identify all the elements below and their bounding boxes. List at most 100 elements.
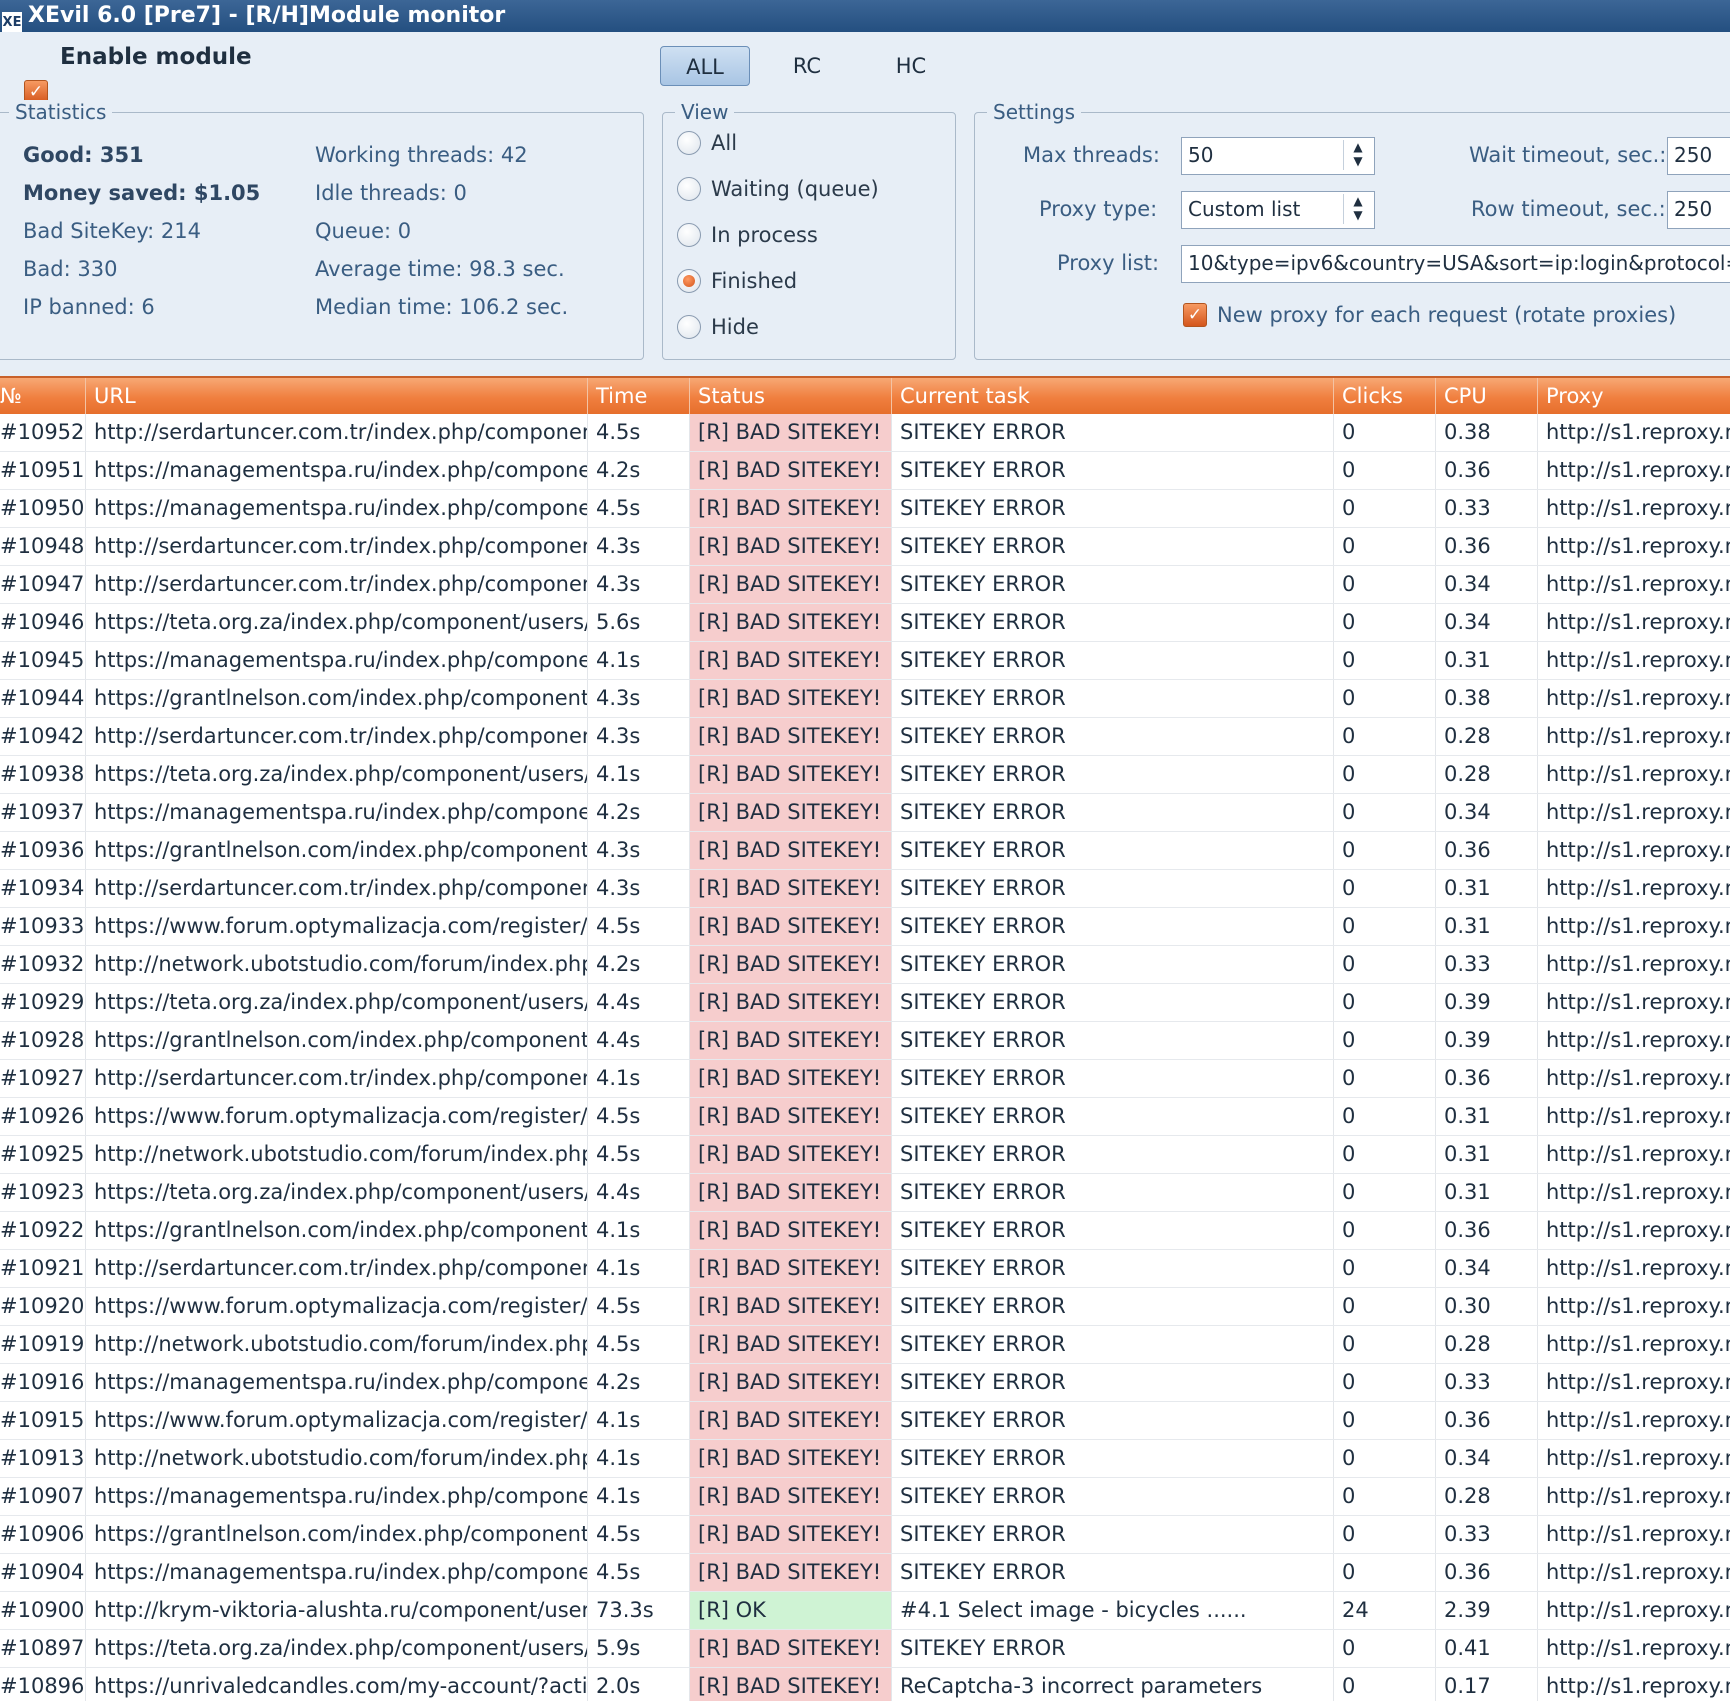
table-row[interactable]: #10933 https://www.forum.optymalizacja.co… [0, 908, 1730, 946]
row-cpu: 0.31 [1436, 870, 1538, 907]
table-row[interactable]: #10944 https://grantlnelson.com/index.php… [0, 680, 1730, 718]
rotate-proxies-label: New proxy for each request (rotate proxi… [1217, 303, 1677, 327]
row-cpu: 0.34 [1436, 604, 1538, 641]
row-time: 4.5s [588, 1136, 690, 1173]
table-row[interactable]: #10925 http://network.ubotstudio.com/foru… [0, 1136, 1730, 1174]
column-header-proxy[interactable]: Proxy [1538, 378, 1730, 414]
row-time: 4.1s [588, 1402, 690, 1439]
module-control-panel: ✓ Enable module ALL RC HC Statistics Goo… [0, 32, 1730, 374]
tab-hc[interactable]: HC [866, 46, 956, 86]
row-cpu: 0.34 [1436, 566, 1538, 603]
proxy-type-select[interactable]: Custom list ▲ ▼ [1181, 191, 1375, 229]
row-number: #10916 [0, 1364, 86, 1401]
table-row[interactable]: #10952 http://serdartuncer.com.tr/index.p… [0, 414, 1730, 452]
table-row[interactable]: #10945 https://managementspa.ru/index.php… [0, 642, 1730, 680]
table-row[interactable]: #10938 https://teta.org.za/index.php/comp… [0, 756, 1730, 794]
proxy-type-spinner-icon[interactable]: ▲ ▼ [1343, 194, 1372, 224]
table-row[interactable]: #10951 https://managementspa.ru/index.php… [0, 452, 1730, 490]
table-row[interactable]: #10920 https://www.forum.optymalizacja.co… [0, 1288, 1730, 1326]
column-header-status[interactable]: Status [690, 378, 892, 414]
table-row[interactable]: #10907 https://managementspa.ru/index.php… [0, 1478, 1730, 1516]
row-status: [R] BAD SITEKEY! [690, 718, 892, 755]
table-row[interactable]: #10896 https://unrivaledcandles.com/my-ac… [0, 1668, 1730, 1701]
column-header-cpu[interactable]: CPU [1436, 378, 1538, 414]
table-row[interactable]: #10934 http://serdartuncer.com.tr/index.p… [0, 870, 1730, 908]
row-clicks: 0 [1334, 680, 1436, 717]
row-clicks: 0 [1334, 1098, 1436, 1135]
proxy-list-input[interactable]: 10&type=ipv6&country=USA&sort=ip:login&p… [1181, 245, 1730, 283]
table-row[interactable]: #10948 http://serdartuncer.com.tr/index.p… [0, 528, 1730, 566]
row-cpu: 0.33 [1436, 490, 1538, 527]
row-current-task: SITEKEY ERROR [892, 908, 1334, 945]
table-row[interactable]: #10904 https://managementspa.ru/index.php… [0, 1554, 1730, 1592]
table-row[interactable]: #10927 http://serdartuncer.com.tr/index.p… [0, 1060, 1730, 1098]
view-hide-radio[interactable] [677, 315, 701, 339]
table-row[interactable]: #10950 https://managementspa.ru/index.php… [0, 490, 1730, 528]
row-proxy: http://s1.reproxy.n [1546, 762, 1730, 786]
row-current-task: SITEKEY ERROR [892, 1212, 1334, 1249]
table-row[interactable]: #10921 http://serdartuncer.com.tr/index.p… [0, 1250, 1730, 1288]
row-cpu: 0.33 [1436, 1364, 1538, 1401]
row-number: #10926 [0, 1098, 86, 1135]
view-finished-radio[interactable] [677, 269, 701, 293]
row-status: [R] BAD SITEKEY! [690, 794, 892, 831]
row-time: 4.1s [588, 642, 690, 679]
column-header-url[interactable]: URL [86, 378, 588, 414]
row-time: 4.5s [588, 1326, 690, 1363]
row-cpu: 0.36 [1436, 1554, 1538, 1591]
view-in-process-radio[interactable] [677, 223, 701, 247]
table-row[interactable]: #10919 http://network.ubotstudio.com/foru… [0, 1326, 1730, 1364]
max-threads-input[interactable]: 50 ▲ ▼ [1181, 137, 1375, 175]
table-row[interactable]: #10936 https://grantlnelson.com/index.php… [0, 832, 1730, 870]
table-row[interactable]: #10897 https://teta.org.za/index.php/comp… [0, 1630, 1730, 1668]
row-clicks: 0 [1334, 718, 1436, 755]
table-row[interactable]: #10928 https://grantlnelson.com/index.php… [0, 1022, 1730, 1060]
rotate-proxies-checkbox[interactable]: ✓ [1183, 303, 1207, 327]
table-row[interactable]: #10915 https://www.forum.optymalizacja.co… [0, 1402, 1730, 1440]
table-row[interactable]: #10906 https://grantlnelson.com/index.php… [0, 1516, 1730, 1554]
view-waiting-radio[interactable] [677, 177, 701, 201]
row-proxy: http://s1.reproxy.n [1546, 1674, 1730, 1698]
table-row[interactable]: #10947 http://serdartuncer.com.tr/index.p… [0, 566, 1730, 604]
table-row[interactable]: #10900 http://krym-viktoria-alushta.ru/co… [0, 1592, 1730, 1630]
row-number: #10913 [0, 1440, 86, 1477]
table-row[interactable]: #10916 https://managementspa.ru/index.php… [0, 1364, 1730, 1402]
max-threads-spinner-icon[interactable]: ▲ ▼ [1343, 140, 1372, 170]
row-proxy: http://s1.reproxy.n [1546, 1104, 1730, 1128]
table-row[interactable]: #10942 http://serdartuncer.com.tr/index.p… [0, 718, 1730, 756]
column-header-time[interactable]: Time [588, 378, 690, 414]
table-row[interactable]: #10946 https://teta.org.za/index.php/comp… [0, 604, 1730, 642]
column-header-num[interactable]: № [0, 378, 86, 414]
table-row[interactable]: #10929 https://teta.org.za/index.php/comp… [0, 984, 1730, 1022]
working-threads: Working threads: 42 [315, 143, 528, 167]
row-status: [R] BAD SITEKEY! [690, 1326, 892, 1363]
tab-rc[interactable]: RC [762, 46, 852, 86]
row-cpu: 0.31 [1436, 908, 1538, 945]
row-time: 4.5s [588, 1554, 690, 1591]
row-clicks: 0 [1334, 946, 1436, 983]
table-row[interactable]: #10937 https://managementspa.ru/index.php… [0, 794, 1730, 832]
row-number: #10921 [0, 1250, 86, 1287]
row-url: https://managementspa.ru/index.php/compo… [86, 642, 588, 679]
row-clicks: 0 [1334, 604, 1436, 641]
tab-all[interactable]: ALL [660, 46, 750, 86]
table-row[interactable]: #10913 http://network.ubotstudio.com/foru… [0, 1440, 1730, 1478]
row-timeout-input[interactable]: 250 [1667, 191, 1730, 229]
row-url: https://unrivaledcandles.com/my-account/… [86, 1668, 588, 1701]
column-header-current-task[interactable]: Current task [892, 378, 1334, 414]
table-row[interactable]: #10923 https://teta.org.za/index.php/comp… [0, 1174, 1730, 1212]
column-header-clicks[interactable]: Clicks [1334, 378, 1436, 414]
row-cpu: 0.41 [1436, 1630, 1538, 1667]
row-current-task: #4.1 Select image - bicycles ...... [892, 1592, 1334, 1629]
row-proxy: http://s1.reproxy.n [1546, 648, 1730, 672]
view-all-radio[interactable] [677, 131, 701, 155]
table-row[interactable]: #10932 http://network.ubotstudio.com/foru… [0, 946, 1730, 984]
table-row[interactable]: #10922 https://grantlnelson.com/index.php… [0, 1212, 1730, 1250]
wait-timeout-input[interactable]: 250 [1667, 137, 1730, 175]
row-clicks: 0 [1334, 1364, 1436, 1401]
table-row[interactable]: #10926 https://www.forum.optymalizacja.co… [0, 1098, 1730, 1136]
row-proxy: http://s1.reproxy.n [1546, 610, 1730, 634]
statistics-legend: Statistics [9, 100, 113, 124]
row-proxy: http://s1.reproxy.n [1546, 800, 1730, 824]
row-current-task: SITEKEY ERROR [892, 528, 1334, 565]
